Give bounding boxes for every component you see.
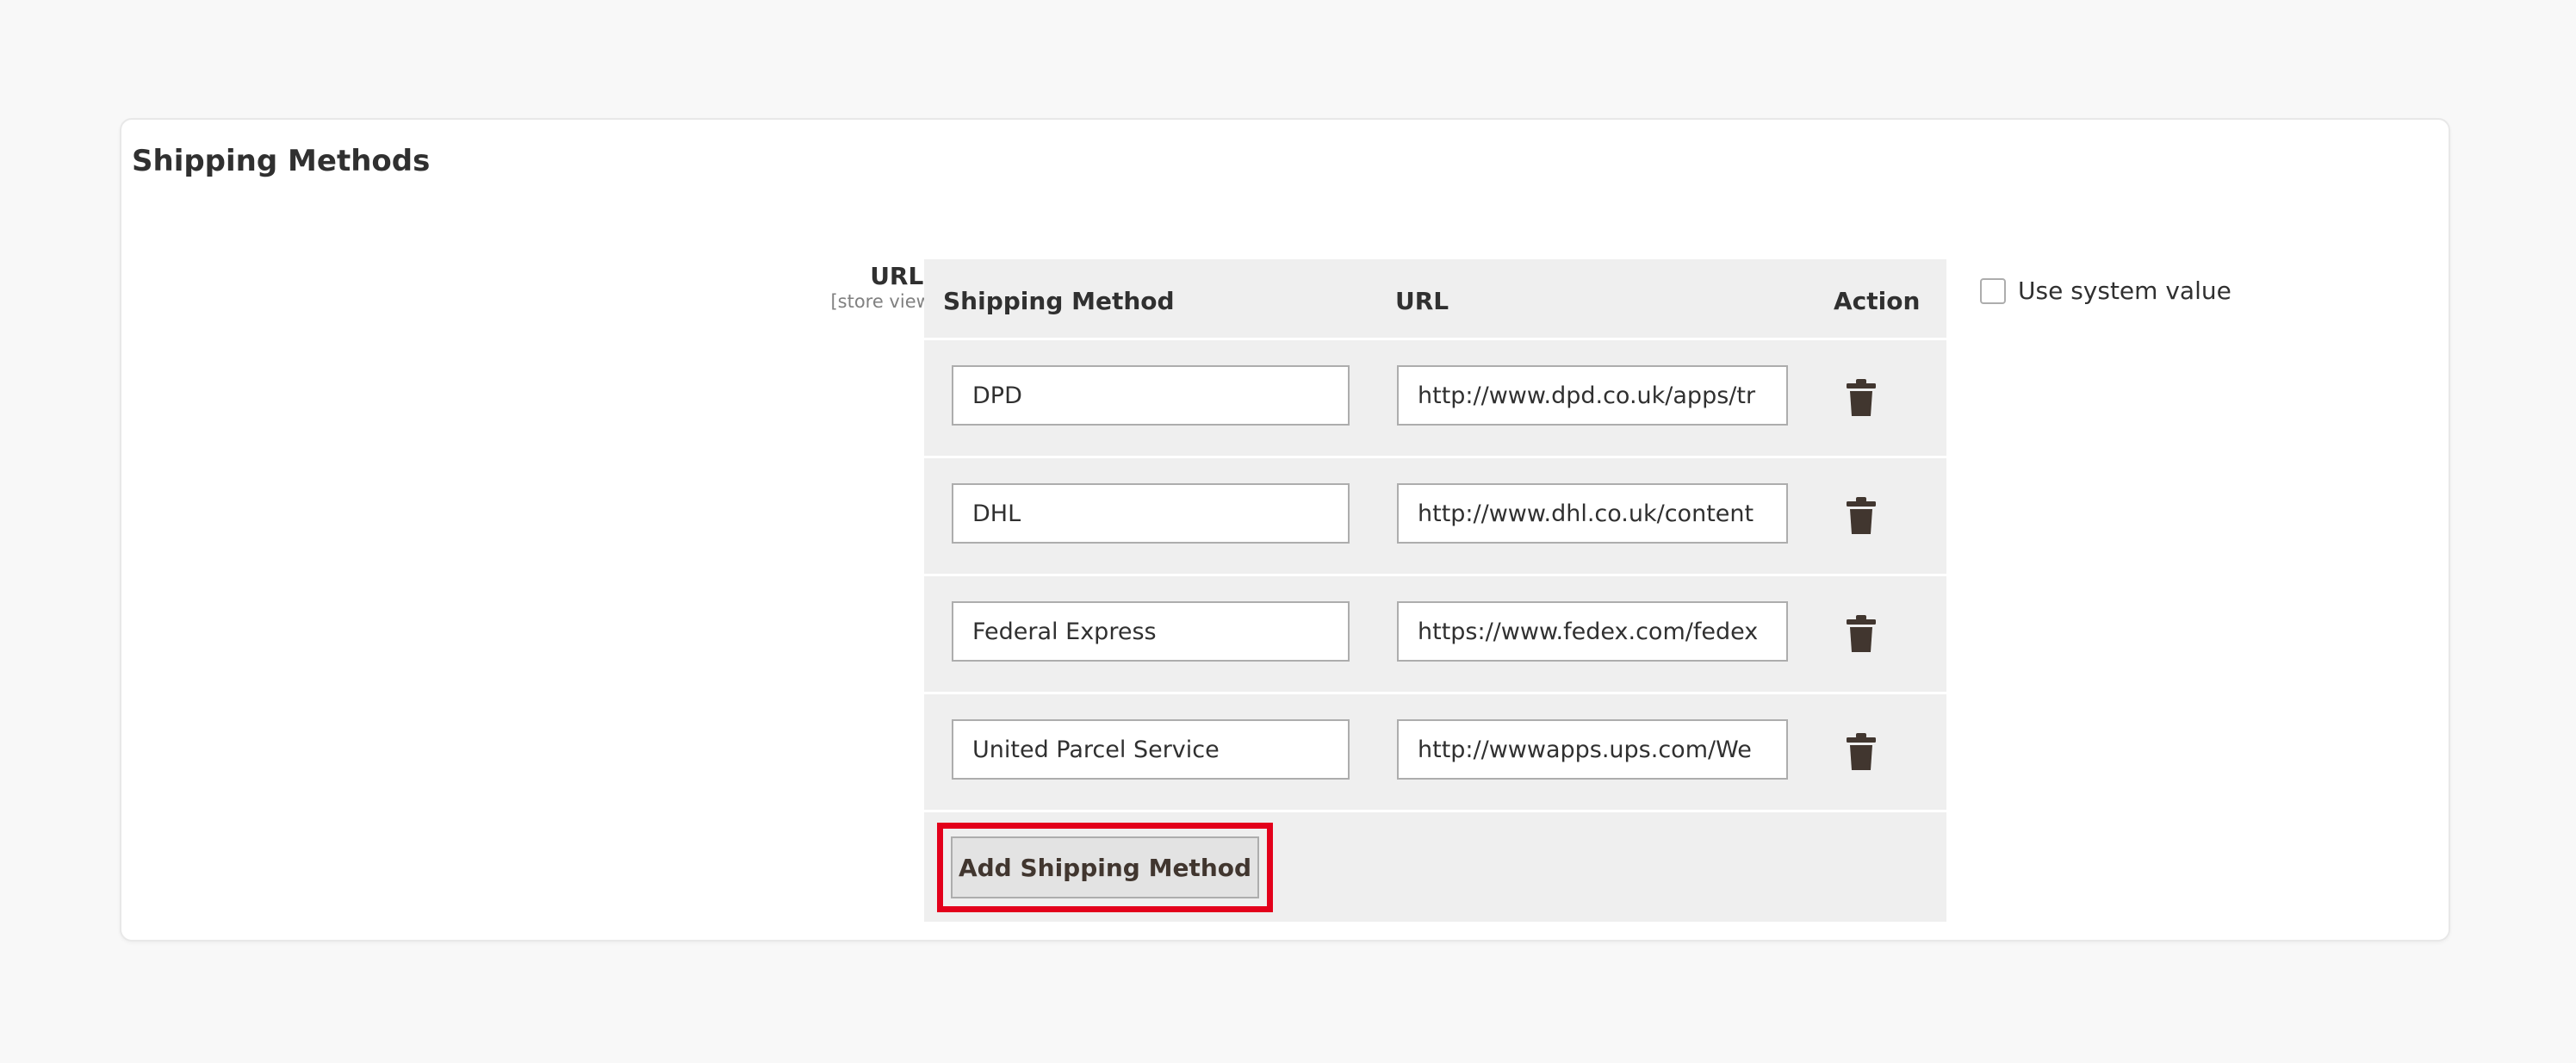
trash-icon[interactable] <box>1844 732 1878 772</box>
column-header-shipping-method: Shipping Method <box>943 287 1175 315</box>
table-row <box>924 694 1946 812</box>
use-system-value-label[interactable]: Use system value <box>2018 277 2231 305</box>
field-scope: [store view] <box>830 291 938 312</box>
shipping-methods-grid: Shipping Method URL Action DPD http://ww… <box>924 259 1946 922</box>
use-system-value[interactable]: Use system value <box>1980 277 2231 305</box>
table-row <box>924 340 1946 458</box>
column-header-url: URL <box>1395 287 1449 315</box>
shipping-methods-panel: Shipping Methods URLs [store view] Shipp… <box>120 118 2450 942</box>
section-title: Shipping Methods <box>132 144 431 178</box>
url-input[interactable] <box>1397 601 1788 662</box>
grid-header: Shipping Method URL Action <box>924 259 1946 340</box>
add-shipping-method-button[interactable]: Add Shipping Method <box>951 836 1259 898</box>
shipping-method-input[interactable] <box>952 719 1350 780</box>
field-label: URLs [store view] <box>830 263 938 313</box>
table-row <box>924 458 1946 576</box>
column-header-action: Action <box>1834 287 1921 315</box>
shipping-method-input[interactable] <box>952 365 1350 426</box>
url-input[interactable] <box>1397 483 1788 544</box>
url-input[interactable] <box>1397 719 1788 780</box>
grid-footer: Add Shipping Method <box>924 812 1946 922</box>
trash-icon[interactable] <box>1844 378 1878 418</box>
trash-icon[interactable] <box>1844 614 1878 654</box>
use-system-value-checkbox[interactable] <box>1980 277 2006 304</box>
trash-icon[interactable] <box>1844 496 1878 536</box>
field-label-text: URLs <box>870 262 938 290</box>
shipping-method-input[interactable] <box>952 483 1350 544</box>
url-input[interactable] <box>1397 365 1788 426</box>
shipping-method-input[interactable] <box>952 601 1350 662</box>
table-row <box>924 576 1946 694</box>
